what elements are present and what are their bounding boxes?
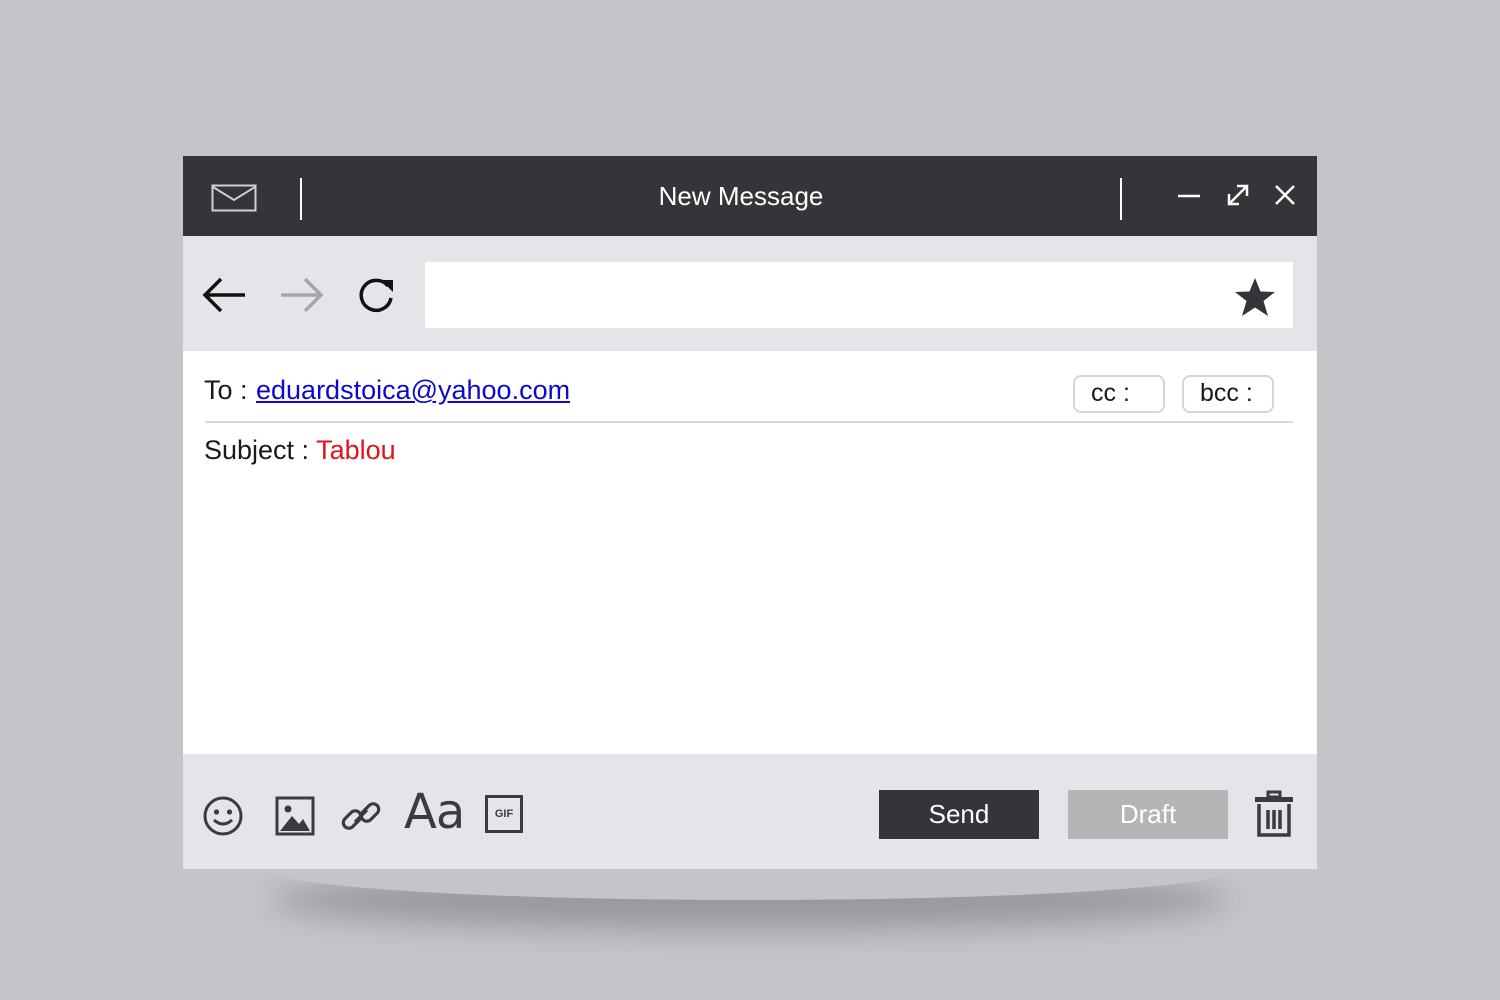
trash-icon[interactable] [1253, 790, 1295, 838]
recipient-email-link[interactable]: eduardstoica@yahoo.com [256, 375, 570, 406]
to-label: To : [204, 375, 248, 405]
star-icon[interactable] [1233, 276, 1277, 318]
subject-value[interactable]: Tablou [316, 435, 396, 465]
gif-icon[interactable]: GIF [485, 795, 523, 833]
gif-label: GIF [494, 808, 514, 820]
link-icon[interactable] [339, 794, 383, 838]
minimize-icon[interactable] [1176, 182, 1202, 208]
title-bar: New Message [183, 156, 1317, 236]
address-input[interactable] [425, 262, 1293, 328]
cc-button[interactable]: cc : [1073, 375, 1165, 413]
subject-label: Subject : [204, 435, 310, 465]
draft-button[interactable]: Draft [1068, 790, 1228, 839]
title-separator-right [1120, 178, 1122, 220]
text-format-button[interactable]: Aa [404, 784, 465, 840]
compose-toolbar: Aa GIF Send Draft [183, 754, 1317, 869]
subject-row[interactable]: Subject : Tablou [204, 435, 396, 466]
navigation-bar [183, 236, 1317, 351]
window-title: New Message [658, 181, 824, 211]
to-divider [205, 421, 1293, 423]
bcc-button[interactable]: bcc : [1182, 375, 1274, 413]
compose-window: New Message To: eduardstoica@yahoo.com … [183, 156, 1317, 869]
refresh-icon[interactable] [353, 274, 401, 316]
mail-icon [211, 184, 257, 212]
image-icon[interactable] [273, 794, 317, 838]
emoji-icon[interactable] [201, 794, 245, 838]
back-arrow-icon[interactable] [201, 274, 249, 316]
close-icon[interactable] [1272, 182, 1298, 208]
expand-icon[interactable] [1225, 182, 1251, 208]
title-separator-left [300, 178, 302, 220]
forward-arrow-icon[interactable] [277, 274, 325, 316]
send-button[interactable]: Send [879, 790, 1039, 839]
